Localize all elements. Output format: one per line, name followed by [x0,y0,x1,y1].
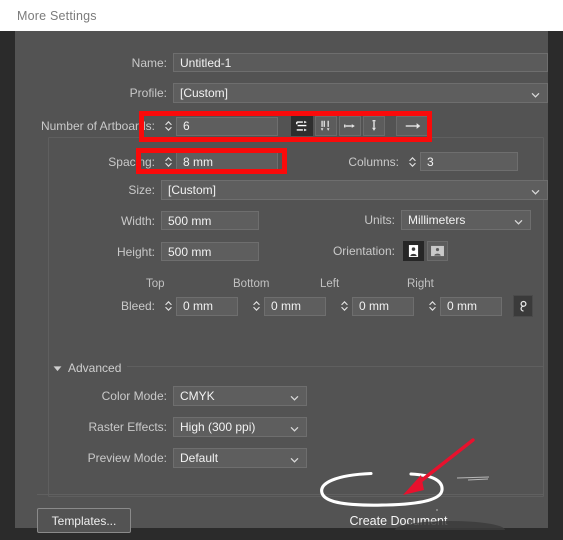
bleed-label: Bleed: [120,299,155,313]
spacing-row: Spacing: 8 mm [27,152,278,171]
orientation-label: Orientation: [332,244,395,258]
artboards-row: Number of Artboards: 6 [27,116,432,136]
height-input[interactable]: 500 mm [161,242,259,261]
name-input[interactable]: Untitled-1 [173,53,548,72]
bleed-left-input[interactable]: 0 mm [352,296,414,316]
settings-panel: Name: Untitled-1 Profile: [Custom] Numbe… [15,31,548,533]
create-document-button[interactable]: Create Document [345,509,452,532]
bleed-right-header: Right [407,278,434,290]
bleed-left-header: Left [320,278,340,290]
bleed-bottom-stepper[interactable] [251,297,262,316]
height-label: Height: [116,244,155,259]
bleed-right-input[interactable]: 0 mm [440,296,502,316]
preview-mode-select[interactable]: Default [173,448,307,468]
units-row: Units: Millimeters [353,210,531,230]
preview-mode-value: Default [180,451,219,465]
advanced-divider [127,366,544,367]
bleed-top-stepper[interactable] [163,297,174,316]
height-row: Height: 500 mm [112,242,259,261]
arrange-by-column-button[interactable] [363,116,385,136]
units-select[interactable]: Millimeters [401,210,531,230]
columns-label: Columns: [348,154,399,169]
size-value: [Custom] [168,183,217,197]
chevron-down-icon [290,423,299,432]
artboard-arrange-buttons [291,116,432,136]
right-gutter [548,31,563,540]
spacing-stepper[interactable] [163,152,174,171]
artboards-stepper[interactable] [163,117,174,136]
spacing-input[interactable]: 8 mm [176,152,278,171]
spacing-label: Spacing: [108,154,155,169]
preview-mode-label: Preview Mode: [87,451,167,465]
color-mode-value: CMYK [180,389,215,403]
raster-effects-row: Raster Effects: High (300 ppi) [70,417,307,437]
grid-by-column-button[interactable] [315,116,337,136]
size-select[interactable]: [Custom] [161,180,548,200]
bleed-bottom-input[interactable]: 0 mm [264,296,326,316]
width-input[interactable]: 500 mm [161,211,259,230]
right-to-left-layout-button[interactable] [396,116,430,136]
width-row: Width: 500 mm [112,211,259,230]
advanced-section-toggle[interactable]: Advanced [53,359,121,377]
columns-row: Columns: 3 [337,152,518,171]
chevron-down-icon [514,216,523,225]
chevron-down-icon [531,186,540,195]
profile-label: Profile: [129,86,167,100]
footer-divider [37,494,544,495]
templates-button[interactable]: Templates... [37,508,131,533]
title-bar: More Settings [0,0,563,31]
link-chain-icon[interactable] [513,295,533,317]
grid-by-row-button[interactable] [291,116,313,136]
columns-stepper[interactable] [407,152,418,171]
preview-mode-row: Preview Mode: Default [75,448,307,468]
name-label: Name: [131,55,167,70]
arrange-by-row-button[interactable] [339,116,361,136]
profile-select[interactable]: [Custom] [173,83,548,103]
bleed-top-header: Top [146,278,165,290]
window-title: More Settings [17,8,97,23]
more-settings-dialog: More Settings Name: Untitled-1 Profile: … [0,0,563,540]
color-mode-select[interactable]: CMYK [173,386,307,406]
artboards-input[interactable]: 6 [176,116,278,136]
landscape-orientation-button[interactable] [427,241,448,261]
chevron-down-icon [290,454,299,463]
portrait-orientation-button[interactable] [403,241,424,261]
chevron-down-icon [290,392,299,401]
color-mode-row: Color Mode: CMYK [95,386,307,406]
chevron-down-icon [531,89,540,98]
artboards-label: Number of Artboards: [40,119,155,133]
orientation-buttons [403,241,451,261]
bleed-right-stepper[interactable] [427,297,438,316]
triangle-down-icon [53,359,62,377]
profile-row: Profile: [Custom] [112,83,548,103]
raster-effects-select[interactable]: High (300 ppi) [173,417,307,437]
raster-effects-value: High (300 ppi) [180,420,256,434]
units-label: Units: [364,213,395,227]
size-row: Size: [Custom] [112,180,548,200]
bleed-top-input[interactable]: 0 mm [176,296,238,316]
bleed-left-stepper[interactable] [339,297,350,316]
name-row: Name: Untitled-1 [112,53,548,72]
units-value: Millimeters [408,213,466,227]
color-mode-label: Color Mode: [101,389,167,403]
bleed-bottom-header: Bottom [233,278,270,290]
bleed-row: Bleed: 0 mm 0 mm 0 mm 0 mm [112,295,533,317]
columns-input[interactable]: 3 [420,152,518,171]
size-label: Size: [128,183,155,197]
raster-effects-label: Raster Effects: [88,420,167,434]
orientation-row: Orientation: [316,241,451,261]
profile-value: [Custom] [180,86,229,100]
width-label: Width: [120,213,155,228]
advanced-label: Advanced [68,361,122,375]
left-gutter [0,31,15,540]
